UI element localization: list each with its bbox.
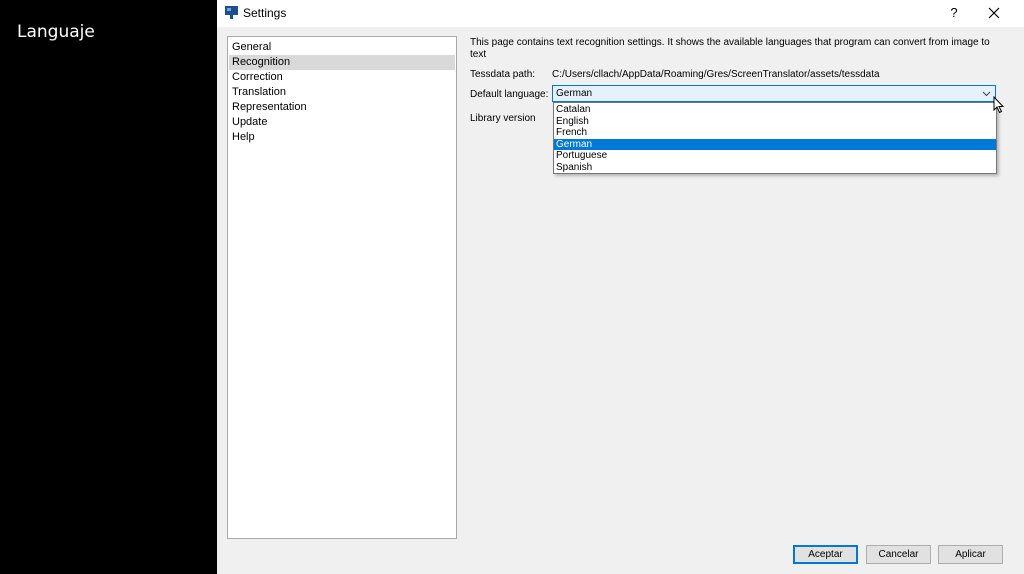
settings-window: Settings ? General Recognition Correctio… xyxy=(217,0,1024,574)
chevron-down-icon xyxy=(982,91,991,97)
close-icon xyxy=(988,7,1000,19)
language-option-french[interactable]: French xyxy=(554,127,996,139)
page-description: This page contains text recognition sett… xyxy=(470,37,990,60)
tessdata-path-label: Tessdata path: xyxy=(470,69,536,80)
language-option-portuguese[interactable]: Portuguese xyxy=(554,150,996,162)
nav-item-update[interactable]: Update xyxy=(229,115,455,130)
help-button[interactable]: ? xyxy=(941,1,967,25)
language-option-spanish[interactable]: Spanish xyxy=(554,162,996,174)
language-option-german[interactable]: German xyxy=(554,138,996,150)
nav-item-correction[interactable]: Correction xyxy=(229,70,455,85)
nav-item-general[interactable]: General xyxy=(229,40,455,55)
language-option-english[interactable]: English xyxy=(554,116,996,128)
title-bar: Settings ? xyxy=(217,0,1024,27)
language-option-catalan[interactable]: Catalan xyxy=(554,104,996,116)
ok-button[interactable]: Aceptar xyxy=(793,545,858,564)
nav-item-help[interactable]: Help xyxy=(229,130,455,145)
app-icon xyxy=(225,6,238,19)
default-language-value: German xyxy=(556,88,593,99)
language-dropdown-list[interactable]: Catalan English French German Portuguese… xyxy=(553,102,997,174)
mouse-cursor-icon xyxy=(993,96,1005,114)
window-title: Settings xyxy=(243,6,287,20)
cancel-button[interactable]: Cancelar xyxy=(866,545,931,564)
apply-button[interactable]: Aplicar xyxy=(938,545,1003,564)
nav-item-representation[interactable]: Representation xyxy=(229,100,455,115)
nav-item-recognition[interactable]: Recognition xyxy=(229,55,455,70)
close-button[interactable] xyxy=(979,1,1009,25)
caption-text: Languaje xyxy=(17,22,95,42)
library-version-label: Library version xyxy=(470,113,536,124)
nav-item-translation[interactable]: Translation xyxy=(229,85,455,100)
default-language-select[interactable]: German xyxy=(552,85,996,102)
default-language-label: Default language: xyxy=(470,89,549,100)
tessdata-path-value: C:/Users/cllach/AppData/Roaming/Gres/Scr… xyxy=(552,69,880,80)
settings-nav-list[interactable]: General Recognition Correction Translati… xyxy=(227,36,457,539)
